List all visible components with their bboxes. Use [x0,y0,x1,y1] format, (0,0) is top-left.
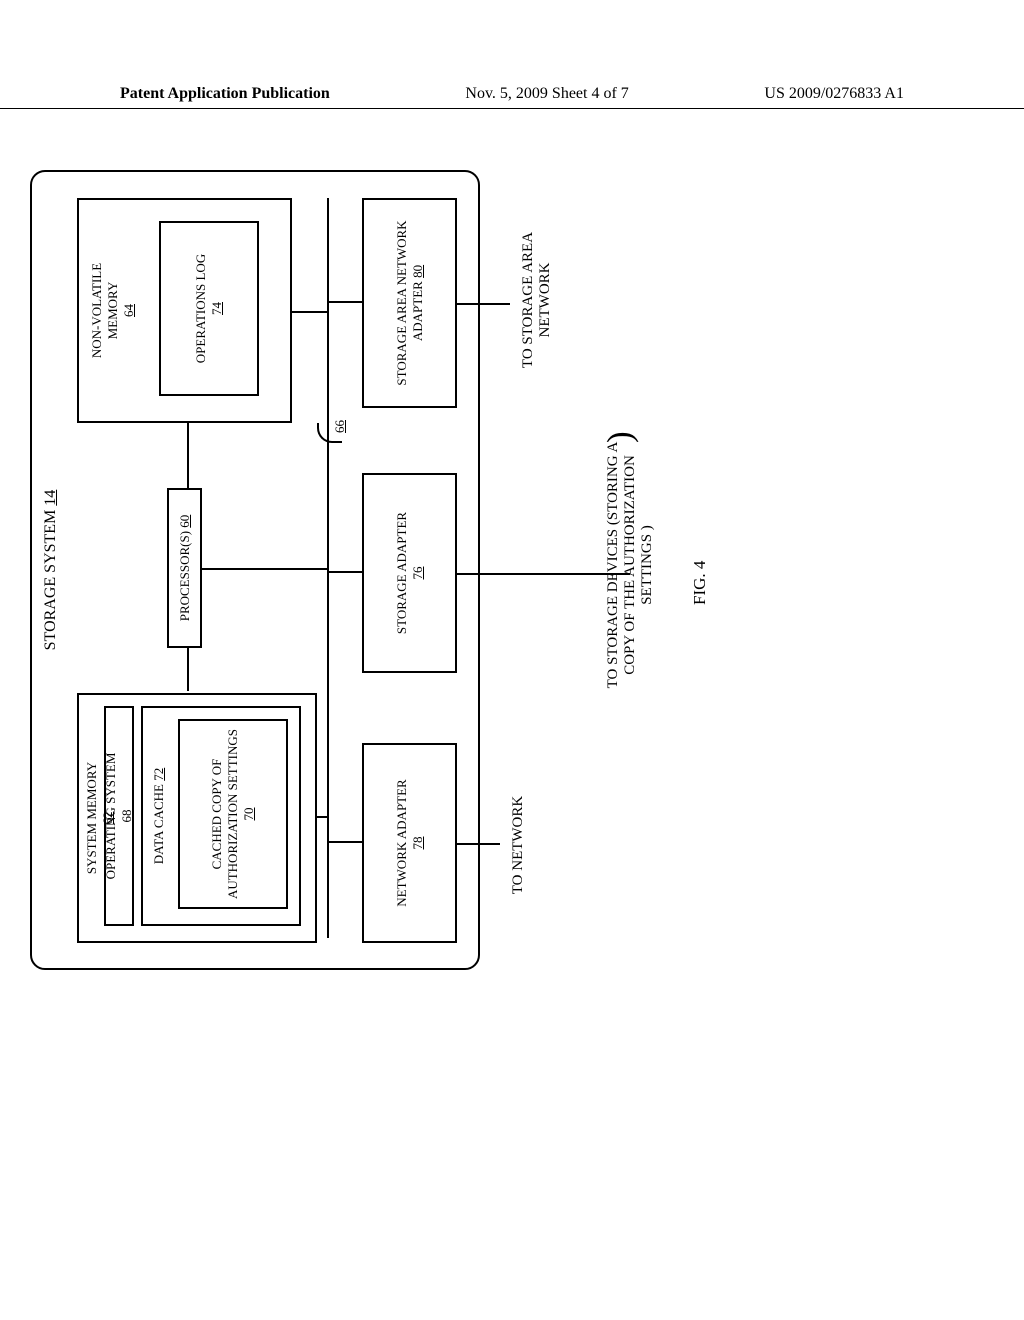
data-cache-label: DATA CACHE 72 [151,768,167,864]
page-header: Patent Application Publication Nov. 5, 2… [0,85,1024,109]
connector-line [292,311,327,313]
cached-copy-box: CACHED COPY OF AUTHORIZATION SETTINGS 70 [178,719,288,909]
header-publication: Patent Application Publication [120,85,330,103]
nonvolatile-label: NON-VOLATILE MEMORY64 [89,255,137,366]
external-connector-line [455,843,500,845]
external-connector-line [455,303,510,305]
storage-system-box: STORAGE SYSTEM 14 SYSTEM MEMORY 62 OPERA… [30,170,480,970]
connector-line [328,841,362,843]
connector-line [328,571,362,573]
external-storage-devices-label: TO STORAGE DEVICES (STORING A COPY OF TH… [605,425,656,705]
network-adapter-box: NETWORK ADAPTER78 [362,743,457,943]
nonvolatile-memory-box: NON-VOLATILE MEMORY64 OPERATIONS LOG 74 [77,198,292,423]
external-connector-line [455,573,630,575]
connector-line [187,648,189,691]
operations-log-box: OPERATIONS LOG 74 [159,221,259,396]
san-adapter-box: STORAGE AREA NETWORK ADAPTER 80 [362,198,457,408]
figure-label: FIG. 4 [690,561,710,605]
curly-brace-icon: ) [600,431,640,443]
storage-adapter-box: STORAGE ADAPTER76 [362,473,457,673]
connector-line [187,423,189,488]
external-san-label: TO STORAGE AREA NETWORK [520,230,554,370]
diagram: STORAGE SYSTEM 14 SYSTEM MEMORY 62 OPERA… [30,300,940,970]
bus-line [327,198,329,938]
connector-line [317,816,327,818]
data-cache-box: DATA CACHE 72 CACHED COPY OF AUTHORIZATI… [141,706,301,926]
operating-system-box: OPERATING SYSTEM 68 [104,706,134,926]
connector-line [328,301,362,303]
bus-reference-label: 66 [332,420,348,433]
header-date-sheet: Nov. 5, 2009 Sheet 4 of 7 [465,85,628,103]
header-patent-number: US 2009/0276833 A1 [764,85,904,103]
system-memory-box: SYSTEM MEMORY 62 OPERATING SYSTEM 68 DAT… [77,693,317,943]
connector-line [202,568,327,570]
storage-system-title: STORAGE SYSTEM 14 [42,490,60,651]
external-network-label: TO NETWORK [510,780,527,910]
processors-box: PROCESSOR(S) 60 [167,488,202,648]
